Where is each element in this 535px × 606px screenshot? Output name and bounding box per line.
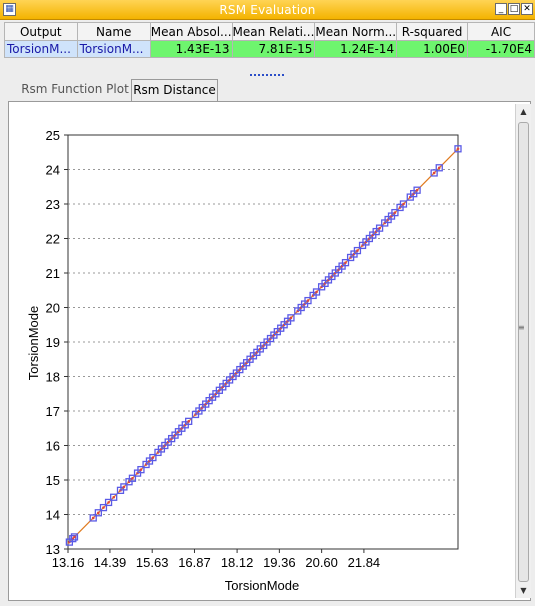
x-tick-label: 16.87 (178, 555, 211, 570)
x-tick-label: 19.36 (263, 555, 296, 570)
cell-output[interactable]: TorsionM... (4, 40, 78, 58)
cell-mean-absolute[interactable]: 1.43E-13 (149, 40, 233, 58)
cell-name[interactable]: TorsionM... (76, 40, 151, 58)
y-tick-label: 24 (46, 163, 60, 178)
x-axis-label: TorsionMode (225, 578, 299, 593)
y-tick-label: 20 (46, 301, 60, 316)
column-header-aic[interactable]: AIC (467, 22, 535, 41)
x-tick-label: 20.60 (305, 555, 338, 570)
column-header-mean-absolute[interactable]: Mean Absol... (149, 22, 233, 41)
y-tick-label: 16 (46, 439, 60, 454)
scrollbar-grip-icon: ≡ (518, 323, 525, 332)
column-header-mean-relative[interactable]: Mean Relati... (231, 22, 316, 41)
table-header-row: Output Name Mean Absol... Mean Relati...… (4, 22, 535, 41)
cell-r-squared[interactable]: 1.00E0 (396, 40, 469, 58)
y-tick-label: 18 (46, 370, 60, 385)
minimize-button[interactable]: _ (495, 3, 507, 15)
y-tick-label: 25 (46, 128, 60, 143)
y-tick-label: 21 (46, 266, 60, 281)
close-button[interactable]: ✕ (521, 3, 533, 15)
scroll-up-icon[interactable]: ▲ (516, 104, 531, 119)
tab-rsm-function-plot[interactable]: Rsm Function Plot (20, 79, 130, 101)
evaluation-table: Output Name Mean Absol... Mean Relati...… (4, 22, 535, 58)
y-tick-label: 15 (46, 473, 60, 488)
x-tick-label: 15.63 (136, 555, 169, 570)
y-axis-label: TorsionMode (26, 306, 41, 380)
scroll-down-icon[interactable]: ▼ (516, 583, 531, 598)
cell-mean-relative[interactable]: 7.81E-15 (231, 40, 316, 58)
x-tick-label: 18.12 (221, 555, 254, 570)
y-tick-label: 17 (46, 404, 60, 419)
column-header-mean-normalized[interactable]: Mean Norm... (314, 22, 398, 41)
scrollbar-thumb[interactable] (518, 122, 529, 582)
rsm-distance-chart: 13141516171819202122232425 13.16 14.39 15.… (26, 128, 462, 593)
y-tick-label: 23 (46, 197, 60, 212)
y-tick-label: 19 (46, 335, 60, 350)
column-header-name[interactable]: Name (76, 22, 151, 41)
y-tick-label: 14 (46, 508, 60, 523)
x-tick-label: 21.84 (348, 555, 381, 570)
cell-aic[interactable]: -1.70E4 (467, 40, 535, 58)
table-row[interactable]: TorsionM... TorsionM... 1.43E-13 7.81E-1… (4, 40, 535, 58)
split-pane-divider[interactable] (250, 74, 284, 80)
vertical-scrollbar[interactable]: ▲ ≡ ▼ (515, 104, 531, 598)
title-bar: ▦ RSM Evaluation _ □ ✕ (0, 0, 535, 20)
tab-rsm-distance[interactable]: Rsm Distance (131, 79, 218, 101)
y-tick-label: 22 (46, 232, 60, 247)
cell-mean-normalized[interactable]: 1.24E-14 (314, 40, 398, 58)
column-header-r-squared[interactable]: R-squared (396, 22, 469, 41)
maximize-button[interactable]: □ (508, 3, 520, 15)
window-title: RSM Evaluation (219, 3, 316, 17)
x-tick-label: 14.39 (94, 555, 127, 570)
x-tick-label: 13.16 (52, 555, 85, 570)
column-header-output[interactable]: Output (4, 22, 78, 41)
